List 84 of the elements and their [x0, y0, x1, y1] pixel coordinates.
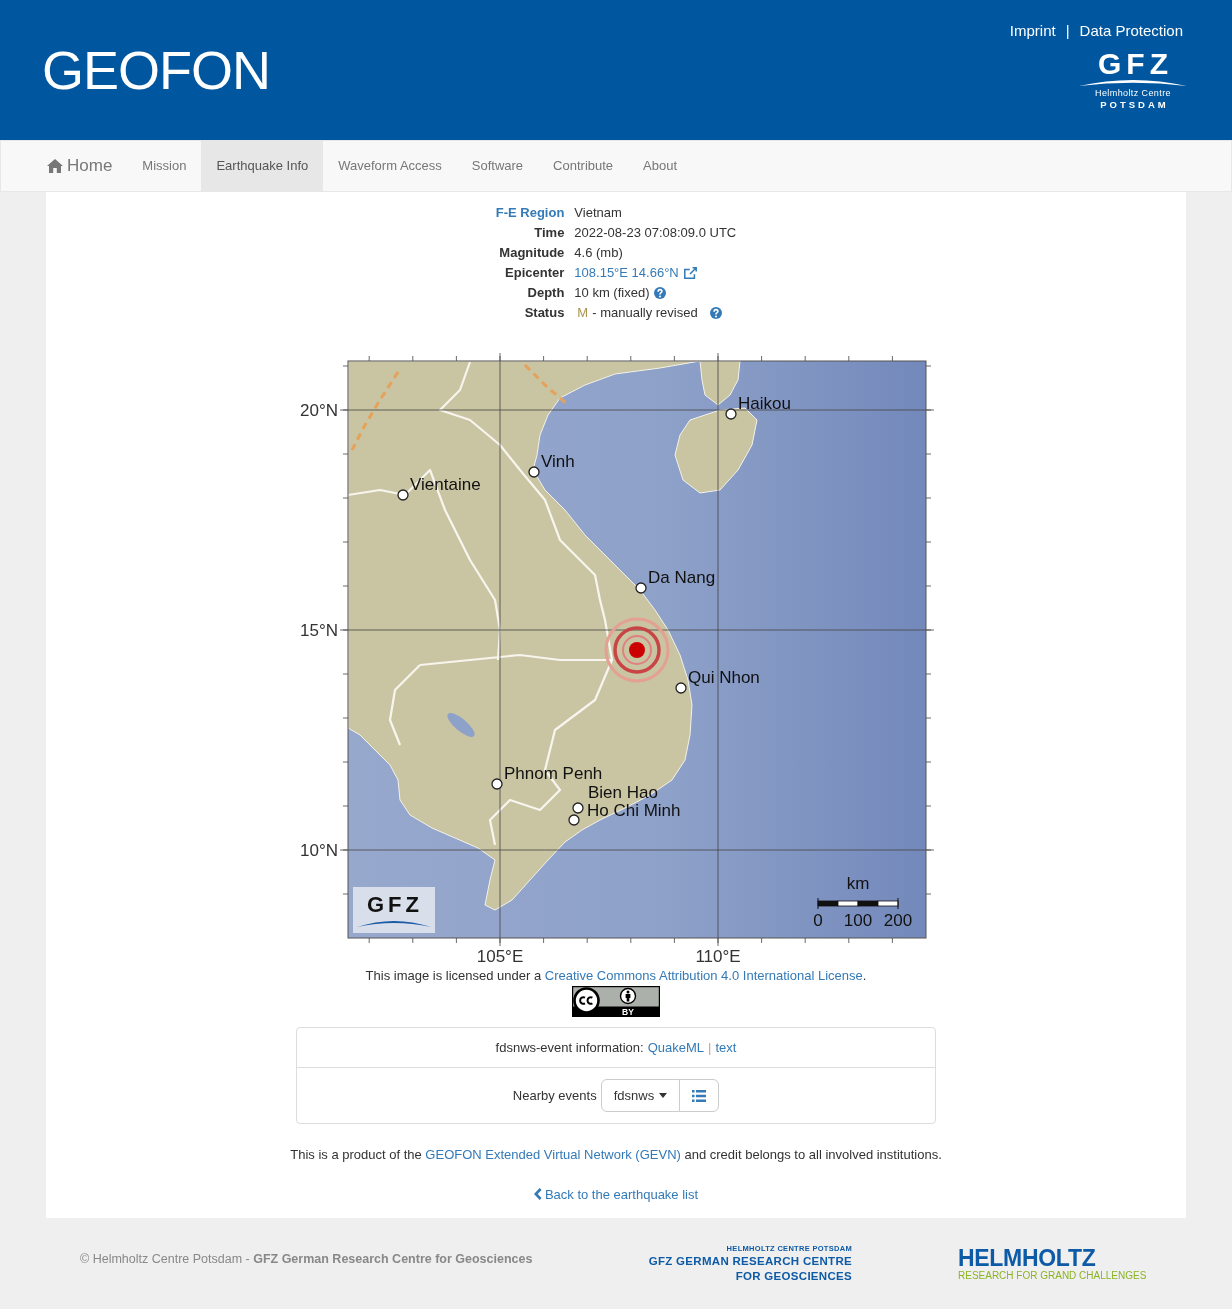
logo-subtitle: POTSDAM	[1099, 99, 1169, 110]
field-label: Magnitude	[499, 245, 565, 260]
nav-tab[interactable]: About	[628, 141, 693, 191]
coordinates-link[interactable]: 108.15°E 14.66°N	[574, 263, 697, 283]
license-link[interactable]: Creative Commons Attribution 4.0 International License	[544, 968, 863, 983]
field-label: Depth	[527, 285, 565, 300]
field-value: 4.6 (mb)	[574, 244, 623, 262]
nav-tab[interactable]: Mission	[127, 141, 202, 191]
scale-unit: km	[846, 874, 870, 893]
chevron-left-icon	[533, 1188, 542, 1200]
epicenter-icon	[604, 617, 670, 683]
logo-subtitle: Helmholtz Centre	[1095, 88, 1171, 99]
nav-tab[interactable]: Earthquake Info	[201, 141, 324, 191]
scale-label: 200	[883, 911, 913, 930]
city-marker-icon	[725, 408, 737, 420]
status-code: M	[577, 304, 589, 322]
format-link[interactable]: text	[715, 1037, 737, 1058]
city-label: Da Nang	[648, 568, 716, 587]
header-link[interactable]: Data Protection	[1079, 20, 1183, 42]
city-marker-icon	[572, 802, 584, 814]
city-marker-icon	[491, 778, 503, 790]
link-separator: |	[708, 1038, 712, 1057]
format-link[interactable]: QuakeML	[647, 1037, 705, 1058]
city-marker-icon	[675, 682, 687, 694]
city-marker-icon	[568, 814, 580, 826]
field-label-link[interactable]: F-E Region	[495, 205, 565, 220]
nav-tab[interactable]: Contribute	[538, 141, 629, 191]
logo-tagline: RESEARCH FOR GRAND CHALLENGES	[958, 1269, 1147, 1282]
back-link[interactable]: Back to the earthquake list	[533, 1187, 699, 1202]
city-marker-icon	[528, 466, 540, 478]
city-label: Bien Hao	[588, 783, 658, 802]
list-icon	[692, 1089, 707, 1102]
copyright-text: © Helmholtz Centre Potsdam - GFZ German Research Centre for Geosciences	[80, 1252, 533, 1267]
home-icon	[47, 159, 63, 173]
logo-text: GFZ	[1097, 50, 1173, 78]
field-label: Time	[534, 225, 565, 240]
city-label: Vinh	[541, 452, 575, 471]
city-label: Haikou	[738, 394, 791, 413]
scale-label: 100	[843, 911, 873, 930]
formats-label: fdsnws-event information:	[495, 1038, 644, 1057]
swoosh-icon	[1079, 78, 1187, 86]
field-value: - manually revised	[592, 304, 698, 322]
field-value: Vietnam	[574, 204, 622, 222]
longitude-label: 110°E	[695, 947, 741, 966]
logo-text: GFZ GERMAN RESEARCH CENTRE	[648, 1253, 852, 1269]
list-button[interactable]	[679, 1079, 720, 1112]
logo-text: GFZ	[367, 892, 423, 917]
license-badge[interactable]: BY	[572, 986, 660, 1017]
scale-label: 0	[813, 911, 823, 930]
city-label: Qui Nhon	[688, 668, 760, 687]
city-marker-icon	[397, 489, 409, 501]
credit-note: This is a product of the GEOFON Extended Virtual Network (GEVN) and credit belongs to all involved institutions.	[290, 1147, 942, 1162]
latitude-label: 15°N	[300, 621, 338, 640]
lake-area	[447, 713, 475, 737]
external-link-icon	[683, 267, 697, 279]
logo-text: FOR GEOSCIENCES	[735, 1268, 852, 1284]
city-label: Vientaine	[410, 475, 481, 494]
city-marker-icon	[635, 582, 647, 594]
person-icon	[619, 987, 637, 1005]
logo-text: HELMHOLTZ	[958, 1245, 1096, 1270]
help-icon	[709, 307, 722, 319]
badge-label: BY	[622, 1007, 634, 1017]
caret-icon	[659, 1093, 668, 1098]
field-label: Epicenter	[505, 265, 565, 280]
city-label: Phnom Penh	[504, 764, 603, 783]
field-value: 10 km (fixed)	[574, 284, 650, 302]
license-note: This image is licensed under a Creative Commons Attribution 4.0 International License.	[365, 968, 867, 983]
field-value: 2022-08-23 07:08:09.0 UTC	[574, 224, 737, 242]
longitude-label: 105°E	[476, 947, 524, 966]
site-title: GEOFON	[41, 43, 270, 97]
latitude-label: 20°N	[300, 401, 338, 420]
gevn-link[interactable]: GEOFON Extended Virtual Network (GEVN)	[425, 1147, 681, 1162]
field-label: Status	[524, 305, 565, 320]
link-separator: |	[1065, 21, 1070, 41]
city-label: Ho Chi Minh	[587, 801, 681, 820]
header-link[interactable]: Imprint	[1009, 20, 1056, 42]
latitude-label: 10°N	[300, 841, 338, 860]
source-dropdown[interactable]: fdsnws	[600, 1079, 681, 1112]
swoosh-icon	[357, 921, 431, 927]
nav-tab[interactable]: Waveform Access	[323, 141, 457, 191]
nav-tab[interactable]: Software	[456, 141, 539, 191]
nearby-label: Nearby events	[512, 1086, 597, 1105]
nav-tab[interactable]: Home	[32, 141, 128, 191]
help-icon	[653, 287, 666, 299]
